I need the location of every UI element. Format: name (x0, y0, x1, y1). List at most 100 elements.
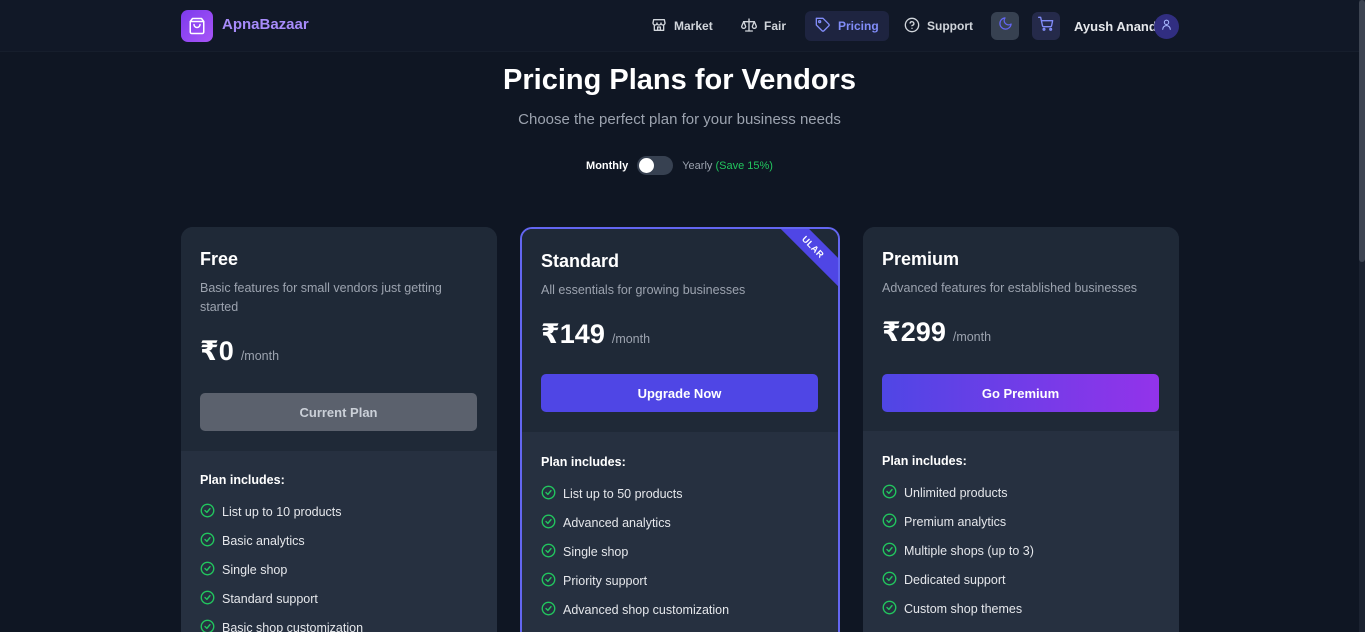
scale-icon (741, 17, 757, 36)
list-item: Advanced shop customization (541, 595, 729, 624)
nav-item-pricing[interactable]: Pricing (805, 11, 889, 41)
check-circle-icon (882, 542, 897, 560)
plan-price: ₹0 (200, 336, 234, 366)
feature-label: Custom shop themes (904, 601, 1023, 616)
page-title: Pricing Plans for Vendors (503, 64, 856, 96)
price-row: ₹0 /month (200, 336, 279, 367)
price-row: ₹149 /month (541, 319, 650, 350)
moon-icon (998, 16, 1013, 36)
nav-item-label: Pricing (838, 19, 879, 33)
list-item: Single shop (541, 537, 729, 566)
cart-button[interactable] (1032, 12, 1060, 40)
billing-period-toggle[interactable] (637, 156, 674, 175)
user-name[interactable]: Ayush Anand (1074, 19, 1157, 34)
plan-card-premium: Premium Advanced features for establishe… (863, 227, 1179, 632)
feature-label: Single shop (563, 544, 629, 559)
plan-card-free: Free Basic features for small vendors ju… (181, 227, 497, 632)
feature-label: Premium analytics (904, 514, 1007, 529)
top-navbar: ApnaBazaar Market Fair Pricing Support A… (0, 0, 1359, 52)
brand-name[interactable]: ApnaBazaar (222, 16, 309, 33)
user-icon (1160, 18, 1173, 36)
save-badge: (Save 15%) (715, 159, 773, 172)
feature-label: Unlimited products (904, 485, 1008, 500)
page-subtitle: Choose the perfect plan for your busines… (518, 111, 841, 128)
page-scrollbar[interactable] (1359, 0, 1365, 632)
feature-label: Multiple shops (up to 3) (904, 543, 1034, 558)
check-circle-icon (541, 543, 556, 561)
check-circle-icon (882, 484, 897, 502)
upgrade-now-button[interactable]: Upgrade Now (541, 374, 818, 412)
nav-item-label: Market (674, 19, 713, 33)
price-period: /month (611, 332, 651, 346)
plan-description: Basic features for small vendors just ge… (200, 281, 442, 314)
plan-name: Standard (541, 251, 620, 271)
feature-label: Advanced analytics (563, 515, 671, 530)
check-circle-icon (541, 485, 556, 503)
plan-price: ₹299 (882, 317, 946, 347)
nav-item-label: Support (927, 19, 973, 33)
monthly-label[interactable]: Monthly (586, 160, 628, 172)
current-plan-button[interactable]: Current Plan (200, 393, 477, 431)
check-circle-icon (200, 619, 215, 632)
check-circle-icon (882, 571, 897, 589)
list-item: Basic shop customization (200, 613, 363, 632)
theme-toggle-button[interactable] (991, 12, 1019, 40)
check-circle-icon (882, 513, 897, 531)
list-item: Custom shop themes (882, 594, 1034, 623)
plan-includes-title: Plan includes: (882, 454, 967, 468)
shopping-bag-logo-icon[interactable] (181, 10, 213, 42)
check-circle-icon (541, 572, 556, 590)
feature-label: Dedicated support (904, 572, 1006, 587)
feature-list: List up to 10 products Basic analytics S… (200, 497, 363, 632)
billing-toggle-row: Monthly Yearly (Save 15%) (0, 156, 1359, 175)
list-item: Priority support (541, 566, 729, 595)
feature-label: Basic shop customization (222, 620, 364, 632)
price-period: /month (240, 349, 280, 363)
check-circle-icon (541, 601, 556, 619)
list-item: Advanced analytics (541, 508, 729, 537)
go-premium-button[interactable]: Go Premium (882, 374, 1159, 412)
avatar[interactable] (1154, 14, 1179, 39)
feature-label: Priority support (563, 573, 648, 588)
list-item: Dedicated support (882, 565, 1034, 594)
price-row: ₹299 /month (882, 317, 991, 348)
nav-item-market[interactable]: Market (641, 11, 723, 41)
list-item: Multiple shops (up to 3) (882, 536, 1034, 565)
feature-label: Advanced shop customization (563, 602, 730, 617)
plan-description: Advanced features for established busine… (882, 281, 1138, 295)
plan-description: All essentials for growing businesses (541, 283, 746, 297)
scrollbar-thumb[interactable] (1359, 0, 1365, 262)
plan-includes-title: Plan includes: (200, 473, 285, 487)
list-item: Premium analytics (882, 507, 1034, 536)
feature-list: Unlimited products Premium analytics Mul… (882, 478, 1034, 623)
check-circle-icon (200, 590, 215, 608)
store-icon (651, 17, 667, 36)
toggle-knob (639, 158, 655, 173)
plan-name: Free (200, 249, 239, 269)
plan-includes-title: Plan includes: (541, 455, 626, 469)
check-circle-icon (200, 561, 215, 579)
yearly-option[interactable]: Yearly (Save 15%) (682, 160, 773, 172)
feature-label: List up to 10 products (222, 504, 342, 519)
check-circle-icon (541, 514, 556, 532)
list-item: Standard support (200, 584, 363, 613)
tag-icon (815, 17, 831, 36)
list-item: Single shop (200, 555, 363, 584)
check-circle-icon (200, 503, 215, 521)
nav-item-fair[interactable]: Fair (731, 11, 796, 41)
help-circle-icon (904, 17, 920, 36)
nav-item-support[interactable]: Support (894, 11, 983, 41)
list-item: Basic analytics (200, 526, 363, 555)
feature-label: Basic analytics (222, 533, 305, 548)
check-circle-icon (200, 532, 215, 550)
price-period: /month (952, 330, 992, 344)
plan-card-standard: ULAR Standard All essentials for growing… (520, 227, 840, 632)
feature-label: List up to 50 products (563, 486, 683, 501)
list-item: Unlimited products (882, 478, 1034, 507)
feature-label: Single shop (222, 562, 288, 577)
plan-name: Premium (882, 249, 960, 269)
feature-list: List up to 50 products Advanced analytic… (541, 479, 729, 624)
yearly-label: Yearly (682, 159, 713, 172)
plan-price: ₹149 (541, 319, 605, 349)
shopping-cart-icon (1038, 16, 1054, 37)
